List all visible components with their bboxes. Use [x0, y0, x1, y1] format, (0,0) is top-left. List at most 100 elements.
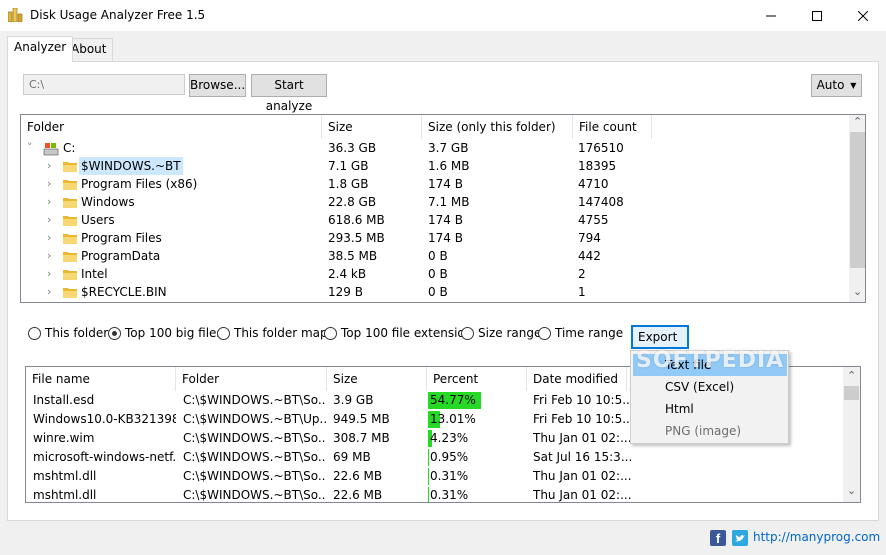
col-header-folder[interactable]: Folder	[176, 367, 327, 391]
tab-analyzer[interactable]: Analyzer	[7, 36, 74, 62]
file-size-cell: 22.6 MB	[333, 488, 383, 502]
radio-label: Size range	[478, 326, 542, 340]
website-link[interactable]: http://manyprog.com	[753, 530, 880, 544]
expand-icon[interactable]: ›	[47, 157, 57, 175]
tree-row[interactable]: › $WINDOWS.~BT 7.1 GB 1.6 MB 18395	[21, 157, 847, 175]
table-row[interactable]: mshtml.dll C:\$WINDOWS.~BT\So... 22.6 MB 0.…	[26, 467, 841, 486]
tree-name: Program Files	[81, 231, 162, 245]
tree-file-count: 176510	[578, 141, 624, 155]
radio-size-range[interactable]: Size range	[461, 325, 541, 341]
tree-size: 618.6 MB	[328, 213, 385, 227]
tree-row[interactable]: › ProgramData 38.5 MB 0 B 442	[21, 247, 847, 265]
tree-size: 36.3 GB	[328, 141, 377, 155]
tree-name: Program Files (x86)	[81, 177, 198, 191]
expand-icon[interactable]: ›	[47, 211, 57, 229]
col-header-size[interactable]: Size	[322, 115, 422, 139]
window-title: Disk Usage Analyzer Free 1.5	[30, 8, 206, 22]
folder-icon	[63, 252, 77, 262]
expand-icon[interactable]: ›	[47, 175, 57, 193]
folder-tree-grid[interactable]: Folder Size Size (only this folder) File…	[20, 114, 866, 303]
minimize-button[interactable]	[748, 0, 794, 31]
radio-this-folder-map[interactable]: This folder map	[217, 325, 328, 341]
close-button[interactable]	[840, 0, 886, 31]
percent-bar	[428, 468, 429, 485]
file-folder-cell: C:\$WINDOWS.~BT\Up...	[183, 412, 326, 426]
radio-time-range[interactable]: Time range	[538, 325, 623, 341]
dropdown-arrow-icon: ▼	[850, 81, 857, 90]
scroll-thumb[interactable]	[844, 386, 859, 400]
tree-file-count: 147408	[578, 195, 624, 209]
expand-icon[interactable]: ›	[47, 229, 57, 247]
scroll-down-icon[interactable]: ⌄	[847, 484, 856, 497]
facebook-icon[interactable]: f	[710, 530, 726, 546]
col-header-percent[interactable]: Percent	[427, 367, 527, 391]
radio-this-folder[interactable]: This folder	[28, 325, 108, 341]
export-label: Export	[638, 330, 678, 344]
col-header-file-name[interactable]: File name	[26, 367, 176, 391]
start-analyze-button[interactable]: Start analyze	[251, 74, 327, 113]
files-grid-scrollbar[interactable]: ⌃ ⌄	[843, 367, 860, 502]
table-row[interactable]: microsoft-windows-netf... C:\$WINDOWS.~BT…	[26, 448, 841, 467]
softpedia-watermark: SOFTPEDIA	[636, 348, 785, 373]
tree-row-root[interactable]: ˅ C: 36.3 GB 3.7 GB 176510	[21, 139, 847, 157]
folder-icon	[63, 234, 77, 244]
auto-label: Auto	[816, 78, 845, 92]
app-icon	[8, 8, 23, 22]
scroll-up-icon[interactable]: ⌃	[853, 115, 862, 128]
file-name-cell: mshtml.dll	[33, 469, 97, 483]
maximize-button[interactable]	[794, 0, 840, 31]
tree-own-size: 174 B	[428, 177, 463, 191]
tree-own-size: 0 B	[428, 285, 448, 299]
tree-own-size: 7.1 MB	[428, 195, 470, 209]
tree-row[interactable]: › Intel 2.4 kB 0 B 2	[21, 265, 847, 283]
menu-item-csv-excel[interactable]: CSV (Excel)	[633, 376, 787, 398]
col-header-size[interactable]: Size	[327, 367, 427, 391]
file-folder-cell: C:\$WINDOWS.~BT\So...	[183, 450, 326, 464]
file-size-cell: 949.5 MB	[333, 412, 390, 426]
auto-dropdown-button[interactable]: Auto ▼	[811, 74, 862, 97]
expand-icon[interactable]: ›	[47, 283, 57, 301]
scroll-up-icon[interactable]: ⌃	[847, 369, 856, 382]
percent-bar	[428, 487, 429, 502]
tree-row[interactable]: › $RECYCLE.BIN 129 B 0 B 1	[21, 283, 847, 301]
tree-row[interactable]: › Program Files (x86) 1.8 GB 174 B 4710	[21, 175, 847, 193]
scroll-down-icon[interactable]: ⌄	[853, 285, 862, 298]
maximize-icon	[812, 10, 822, 21]
browse-button[interactable]: Browse...	[189, 74, 246, 97]
expand-icon[interactable]: ›	[47, 193, 57, 211]
menu-item-html[interactable]: Html	[633, 398, 787, 420]
tree-row[interactable]: › Windows 22.8 GB 7.1 MB 147408	[21, 193, 847, 211]
col-header-date-modified[interactable]: Date modified	[527, 367, 627, 391]
file-name-cell: mshtml.dll	[33, 488, 97, 502]
col-header-file-count[interactable]: File count	[573, 115, 652, 139]
twitter-icon[interactable]	[732, 530, 748, 546]
tree-row[interactable]: › Program Files 293.5 MB 174 B 794	[21, 229, 847, 247]
folder-icon	[63, 216, 77, 226]
export-button[interactable]: Export ▼	[631, 325, 689, 362]
file-date-cell: Sat Jul 16 15:3...	[533, 450, 633, 464]
file-size-cell: 308.7 MB	[333, 431, 390, 445]
file-folder-cell: C:\$WINDOWS.~BT\So...	[183, 431, 326, 445]
folder-grid-scrollbar[interactable]: ⌃ ⌄	[849, 115, 865, 302]
file-name-cell: microsoft-windows-netf...	[33, 450, 176, 464]
file-size-cell: 3.9 GB	[333, 393, 374, 407]
col-header-own-size[interactable]: Size (only this folder)	[422, 115, 573, 139]
radio-top-100-big-files[interactable]: Top 100 big files	[108, 325, 223, 341]
radio-top-100-file-extension[interactable]: Top 100 file extension	[324, 325, 472, 341]
tree-own-size: 0 B	[428, 267, 448, 281]
radio-circle	[28, 326, 41, 340]
table-row[interactable]: mshtml.dll C:\$WINDOWS.~BT\So... 22.6 MB 0.…	[26, 486, 841, 502]
path-input[interactable]	[23, 74, 185, 95]
collapse-icon[interactable]: ˅	[27, 139, 37, 157]
col-header-folder[interactable]: Folder	[21, 115, 322, 139]
folder-icon	[63, 162, 77, 172]
tree-own-size: 1.6 MB	[428, 159, 470, 173]
scroll-thumb[interactable]	[850, 132, 865, 268]
tree-row[interactable]: › Users 618.6 MB 174 B 4755	[21, 211, 847, 229]
folder-icon	[63, 270, 77, 280]
file-percent-cell: 0.31%	[430, 488, 469, 502]
tree-size: 293.5 MB	[328, 231, 385, 245]
tree-own-size: 174 B	[428, 213, 463, 227]
expand-icon[interactable]: ›	[47, 247, 57, 265]
expand-icon[interactable]: ›	[47, 265, 57, 283]
